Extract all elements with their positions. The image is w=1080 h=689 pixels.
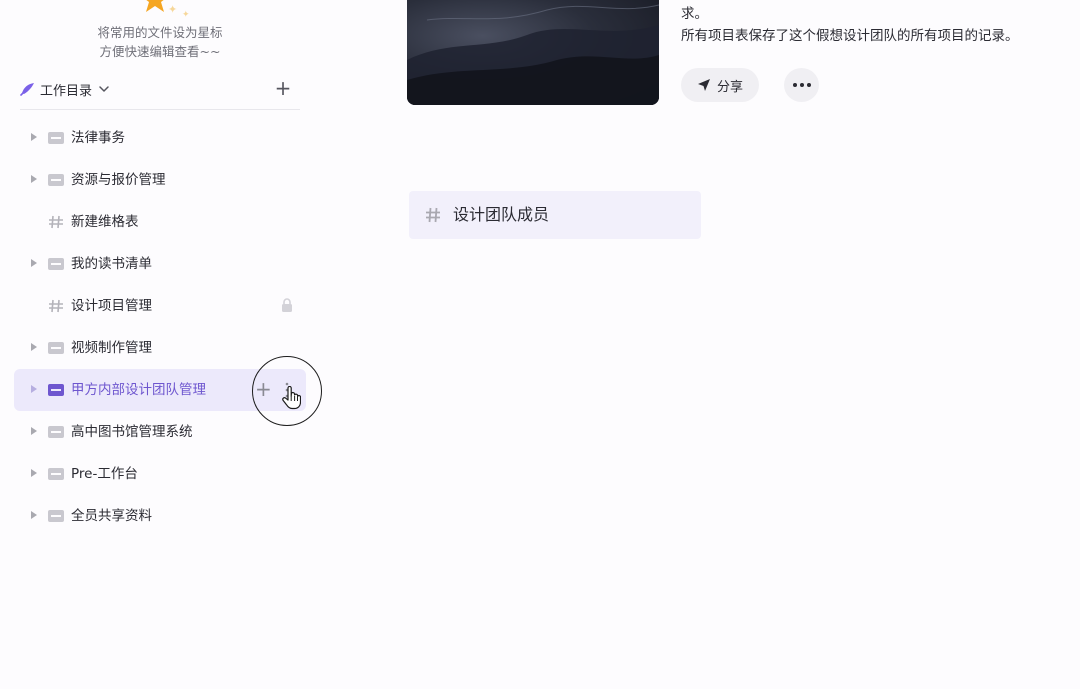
star-hint-line1: 将常用的文件设为星标 [97,25,223,40]
folder-icon [48,426,64,438]
hand-pointer-icon [282,386,301,410]
tree-item-design-projects[interactable]: 设计项目管理 [14,285,306,327]
datasheet-title: 设计团队成员 [453,205,550,224]
expand-caret-icon[interactable] [31,427,37,435]
more-horizontal-icon [792,83,811,87]
description-line2: 所有项目表保存了这个假想设计团队的所有项目的记录。 [681,28,1019,44]
workspace-logo-icon [20,83,34,96]
chevron-down-icon[interactable] [98,83,110,95]
tree-item-legal[interactable]: 法律事务 [14,117,306,159]
sidebar: ✦ ✦ 将常用的文件设为星标 方便快速编辑查看~~ 工作目录 + 法律事务 资源… [0,0,322,689]
star-illustration: ✦ ✦ [136,0,196,24]
expand-caret-icon[interactable] [31,175,37,183]
directory-tree: 法律事务 资源与报价管理 新建维格表 我的读书清单 设计项目管理 视频制作管理 … [14,117,320,537]
expand-caret-icon[interactable] [31,469,37,477]
more-options-button[interactable] [784,68,819,102]
expand-caret-icon[interactable] [31,259,37,267]
datasheet-card[interactable]: 设计团队成员 [409,191,701,239]
tree-item-shared-materials[interactable]: 全员共享资料 [14,495,306,537]
share-label: 分享 [716,79,743,95]
hash-icon [426,207,440,223]
cover-image [407,0,659,105]
expand-caret-icon[interactable] [31,385,37,393]
tree-item-label: 设计项目管理 [71,298,152,314]
tree-item-new-sheet[interactable]: 新建维格表 [14,201,306,243]
tree-item-label: 高中图书馆管理系统 [71,424,193,440]
tree-item-label: 全员共享资料 [71,508,152,524]
hash-icon [49,215,63,229]
tree-item-label: 甲方内部设计团队管理 [71,382,206,398]
tree-item-video-production[interactable]: 视频制作管理 [14,327,306,369]
sparkle-icon: ✦ [168,3,178,16]
expand-caret-icon[interactable] [31,511,37,519]
expand-caret-icon[interactable] [31,133,37,141]
cover-landscape-image [407,4,659,105]
tree-item-label: 我的读书清单 [71,256,152,272]
sparkle-icon: ✦ [182,10,190,20]
directory-header[interactable]: 工作目录 + [20,78,300,100]
share-button[interactable]: 分享 [681,68,759,102]
tree-item-resources-quotes[interactable]: 资源与报价管理 [14,159,306,201]
send-icon [697,79,710,91]
tree-item-label: 法律事务 [71,130,125,146]
folder-icon [48,468,64,480]
tree-item-pre-workbench[interactable]: Pre-工作台 [14,453,306,495]
tree-item-reading-list[interactable]: 我的读书清单 [14,243,306,285]
description-line1: 求。 [681,6,708,22]
expand-caret-icon[interactable] [31,343,37,351]
add-node-button[interactable]: + [274,78,292,98]
folder-icon [48,132,64,144]
folder-icon [48,174,64,186]
folder-icon [48,258,64,270]
tree-item-label: 新建维格表 [71,214,139,230]
folder-icon [48,510,64,522]
tree-item-library-system[interactable]: 高中图书馆管理系统 [14,411,306,453]
folder-icon [48,342,64,354]
lock-icon [282,298,292,312]
tree-item-label: 视频制作管理 [71,340,152,356]
tree-item-label: Pre-工作台 [71,466,138,482]
divider [20,109,300,110]
hash-icon [49,299,63,313]
star-hint-line2: 方便快速编辑查看~~ [99,44,221,59]
tree-item-label: 资源与报价管理 [71,172,166,188]
folder-icon [48,384,64,396]
directory-title: 工作目录 [40,83,93,99]
